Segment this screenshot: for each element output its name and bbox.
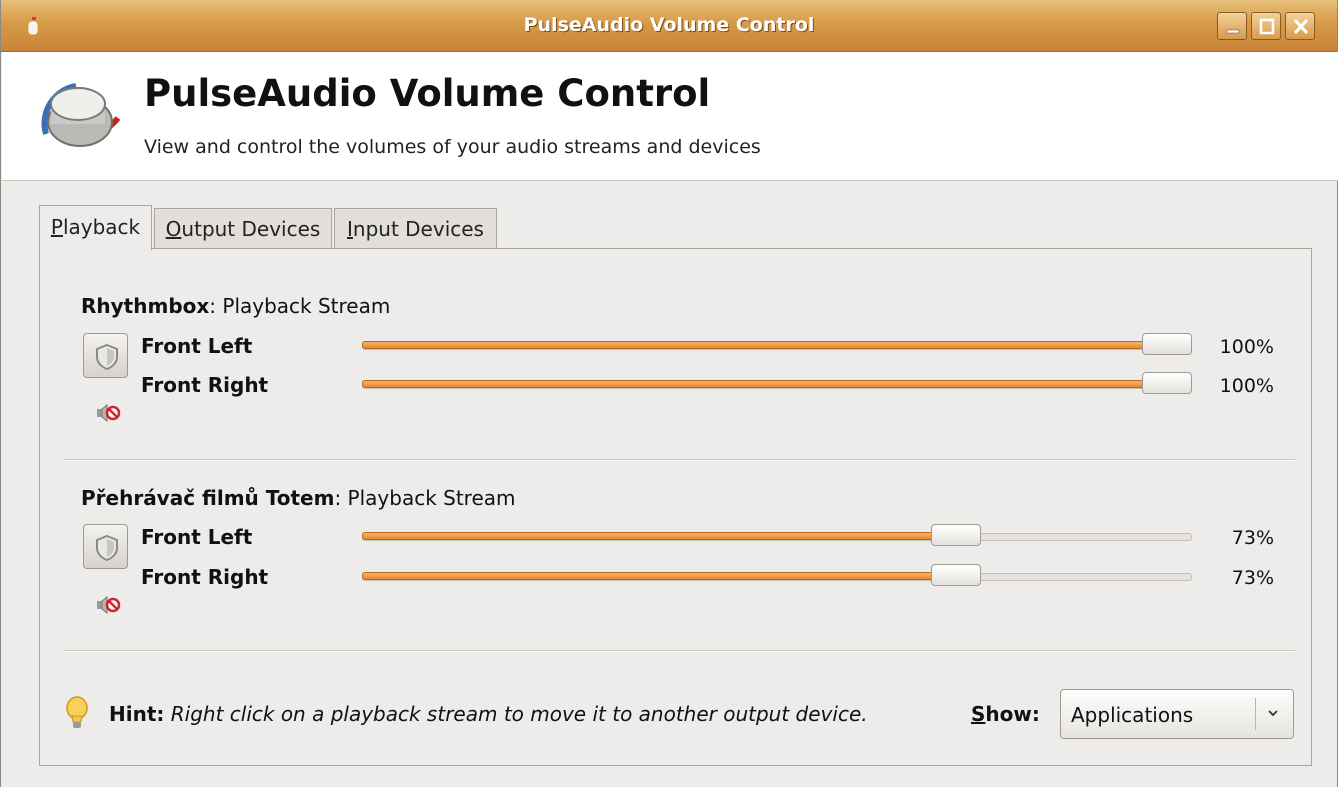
show-selected-value: Applications (1071, 703, 1194, 727)
stream-app-name: Rhythmbox (81, 294, 210, 318)
volume-percent: 73% (1231, 527, 1274, 549)
maximize-button[interactable] (1251, 12, 1281, 40)
maximize-icon (1259, 18, 1275, 35)
show-combobox[interactable]: Applications (1060, 689, 1294, 739)
slider-fill (362, 380, 1167, 388)
channel-label: Front Right (141, 565, 269, 589)
minimize-button[interactable] (1217, 12, 1247, 40)
slider-fill (362, 572, 956, 580)
hint-label: Hint: (109, 702, 165, 726)
volume-percent: 100% (1219, 336, 1274, 358)
tab-mnemonic: O (165, 217, 182, 241)
volume-slider-front-left[interactable] (362, 524, 1192, 546)
stream-separator (63, 650, 1295, 652)
volume-slider-front-left[interactable] (362, 333, 1192, 355)
slider-fill (362, 532, 956, 540)
tab-output-devices[interactable]: Output Devices (154, 208, 332, 248)
window-title: PulseAudio Volume Control (523, 14, 815, 36)
volume-slider-front-right[interactable] (362, 564, 1192, 586)
minimize-icon (1226, 29, 1240, 34)
lock-channels-toggle[interactable] (83, 524, 128, 569)
slider-thumb[interactable] (931, 524, 981, 546)
tab-label: utput Devices (181, 217, 321, 241)
tab-mnemonic: P (50, 215, 63, 239)
close-button[interactable] (1285, 12, 1315, 40)
pulseaudio-knob-icon (41, 83, 121, 147)
hint-message: Right click on a playback stream to move… (170, 702, 868, 726)
stream-title: Rhythmbox: Playback Stream (81, 294, 390, 318)
app-window: PulseAudio Volume Control PulseAudio Vol… (0, 0, 1338, 787)
channel-label: Front Left (141, 334, 253, 358)
shield-lock-icon (96, 534, 118, 562)
tab-input-devices[interactable]: Input Devices (334, 208, 497, 248)
stream-separator (63, 459, 1295, 461)
volume-percent: 73% (1231, 567, 1274, 589)
stream-suffix: : Playback Stream (334, 486, 516, 510)
lightbulb-icon (66, 696, 88, 728)
tab-label: nput Devices (352, 217, 484, 241)
volume-slider-front-right[interactable] (362, 372, 1192, 394)
show-mnemonic: S (971, 702, 986, 726)
show-label: Show: (971, 702, 1040, 726)
page-subtitle: View and control the volumes of your aud… (144, 136, 761, 158)
hint-text: Hint: Right click on a playback stream t… (109, 702, 868, 726)
volume-percent: 100% (1219, 375, 1274, 397)
show-label-text: how: (985, 702, 1040, 726)
stream-app-name: Přehrávač filmů Totem (81, 486, 335, 510)
lock-channels-toggle[interactable] (83, 333, 128, 378)
header: PulseAudio Volume Control View and contr… (2, 52, 1338, 181)
tab-playback[interactable]: Playback (39, 205, 152, 250)
combo-divider (1255, 698, 1256, 730)
title-bar[interactable]: PulseAudio Volume Control (1, 0, 1337, 52)
close-icon (1293, 18, 1309, 35)
chevron-down-icon (1268, 710, 1278, 717)
slider-thumb[interactable] (1142, 372, 1192, 394)
slider-thumb[interactable] (931, 564, 981, 586)
stream-suffix: : Playback Stream (209, 294, 391, 318)
speaker-mute-icon[interactable] (96, 402, 122, 424)
channel-label: Front Left (141, 525, 253, 549)
shield-lock-icon (96, 343, 118, 371)
slider-thumb[interactable] (1142, 333, 1192, 355)
stream-title: Přehrávač filmů Totem: Playback Stream (81, 486, 516, 510)
tab-label: layback (62, 215, 141, 239)
speaker-mute-icon[interactable] (96, 594, 122, 616)
page-title: PulseAudio Volume Control (144, 72, 711, 115)
channel-label: Front Right (141, 373, 269, 397)
slider-fill (362, 341, 1167, 349)
